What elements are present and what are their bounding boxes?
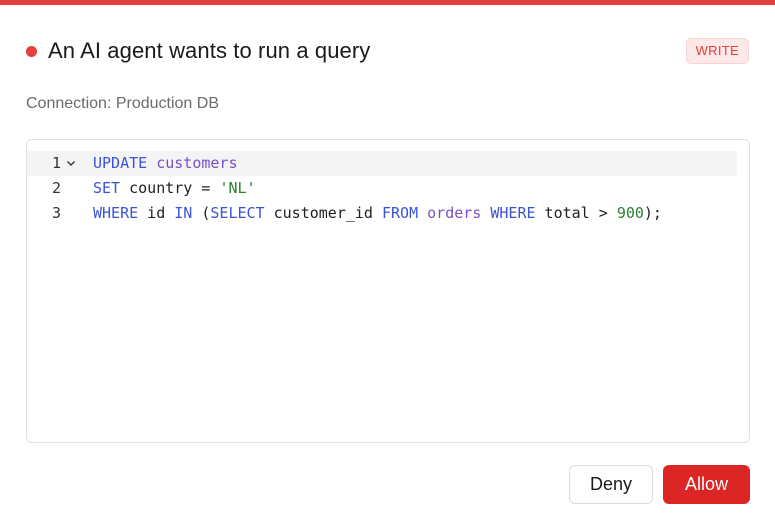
sql-token: ( — [192, 204, 211, 222]
sql-token: customer_id — [264, 204, 382, 222]
sql-kw-token: UPDATE — [93, 154, 148, 172]
code-line: 1 UPDATE customers — [27, 151, 737, 176]
sql-kw-token: SET — [93, 179, 121, 197]
code-lines: 1 UPDATE customers 2 SET country = 'NL' 3 WHE… — [27, 151, 749, 226]
status-dot-icon — [26, 45, 37, 57]
sql-kw-token: WHERE — [490, 204, 536, 222]
sql-token: total > — [535, 204, 617, 222]
code-line: 3 WHERE id IN (SELECT customer_id FROM or… — [27, 201, 749, 226]
dialog-title: An AI agent wants to run a query — [48, 38, 371, 63]
action-buttons: Deny Allow — [568, 465, 750, 504]
line-number: 3 — [51, 204, 61, 222]
sql-token: id — [138, 204, 175, 222]
code-text: WHERE id IN (SELECT customer_id FROM ord… — [93, 201, 662, 226]
sql-num-token: 900 — [616, 204, 644, 222]
dialog-header: An AI agent wants to run a query WRITE — [26, 35, 749, 67]
write-badge: WRITE — [685, 38, 749, 64]
code-text: UPDATE customers — [93, 151, 238, 176]
code-line: 2 SET country = 'NL' — [27, 176, 749, 201]
sql-ident-token: orders — [427, 204, 482, 222]
sql-token: country = — [120, 179, 220, 197]
sql-editor[interactable]: 1 UPDATE customers 2 SET country = 'NL' 3 WHE… — [26, 139, 750, 443]
query-approval-dialog: An AI agent wants to run a query WRITE C… — [0, 0, 775, 525]
line-number: 1 — [51, 154, 61, 172]
sql-token: ); — [643, 204, 662, 222]
sql-ident-token: customers — [156, 154, 238, 172]
chevron-down-icon[interactable] — [65, 151, 77, 176]
connection-label: Connection: Production DB — [26, 95, 219, 112]
sql-kw-token: WHERE — [93, 204, 139, 222]
sql-kw-token: IN — [174, 204, 193, 222]
sql-kw-token: SELECT — [210, 204, 265, 222]
line-number: 2 — [51, 179, 61, 197]
sql-str-token: 'NL' — [219, 179, 256, 197]
code-text: SET country = 'NL' — [93, 176, 256, 201]
deny-button[interactable]: Deny — [568, 465, 653, 504]
allow-button[interactable]: Allow — [663, 465, 750, 504]
sql-kw-token: FROM — [382, 204, 419, 222]
